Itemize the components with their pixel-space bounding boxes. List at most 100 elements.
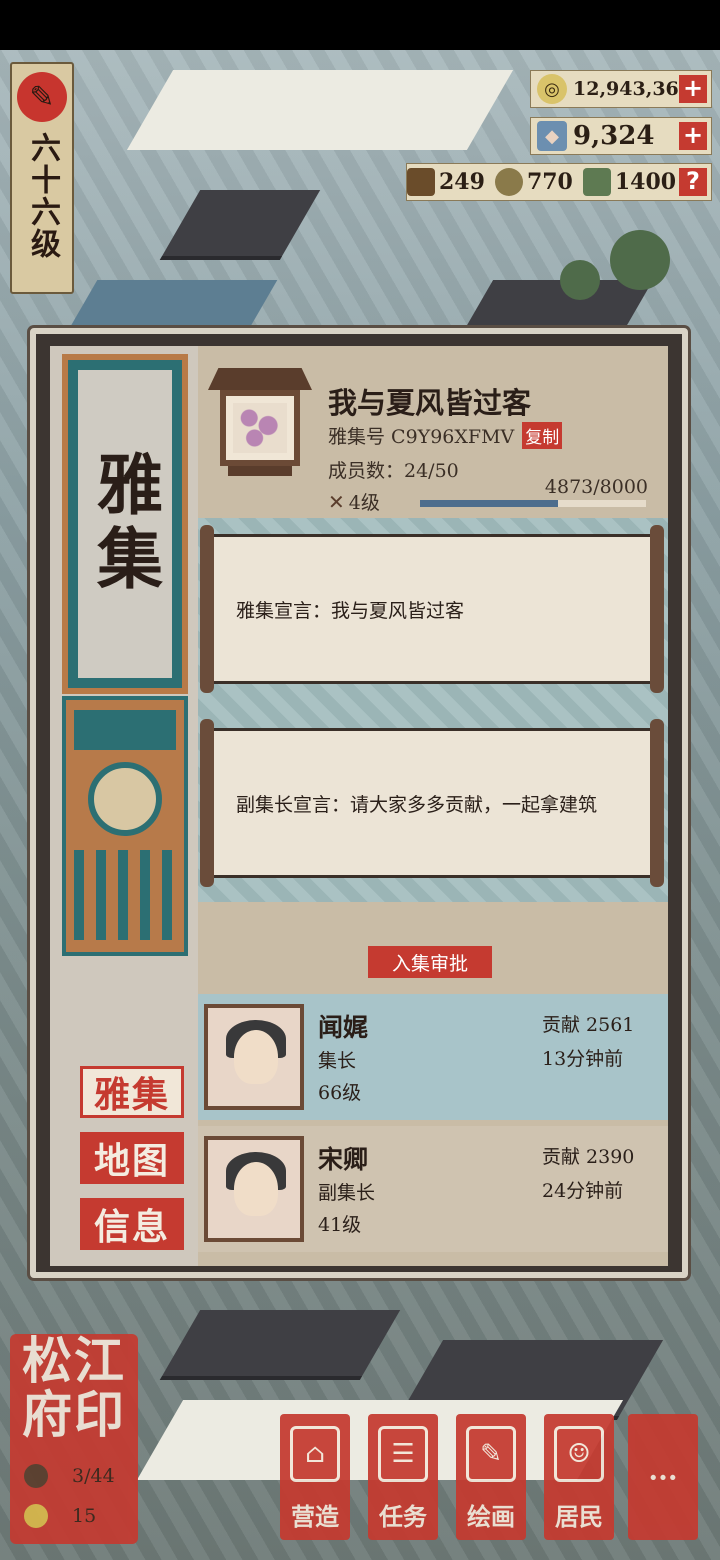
coin-pile-icon: [24, 1504, 48, 1528]
member-role: 集长: [318, 1050, 357, 1072]
member-level: 66级: [318, 1082, 362, 1104]
gem-value: 9,324: [573, 121, 655, 151]
vice-declaration: 副集长宣言：请大家多多贡献，一起拿建筑: [200, 719, 664, 887]
nav-build-button[interactable]: ⌂ 营造: [280, 1414, 350, 1540]
gourd-ornament: [88, 762, 162, 836]
member-avatar: [204, 1136, 304, 1242]
guild-declaration: 雅集宣言：我与夏风皆过客: [200, 525, 664, 693]
seal-count-row: 3/44: [24, 1464, 115, 1488]
panel-title: 雅集: [86, 450, 164, 598]
xp-bar-fill: [420, 500, 558, 507]
tab-info[interactable]: 信息: [80, 1198, 184, 1250]
seal-value: 15: [72, 1505, 97, 1527]
gem-counter: ◆ 9,324 +: [530, 117, 712, 155]
member-contribution: 贡献 2390: [542, 1146, 635, 1168]
member-name: 宋卿: [318, 1145, 369, 1174]
task-scroll-icon: ☰: [378, 1426, 428, 1482]
join-approval-button[interactable]: 入集审批: [368, 946, 492, 978]
crest-base: [228, 466, 292, 476]
pot-value: 770: [526, 169, 573, 195]
nav-resident-label: 居民: [555, 1502, 603, 1531]
member-role: 副集长: [318, 1182, 376, 1204]
nav-build-label: 营造: [291, 1502, 339, 1531]
resource-pot: 770: [494, 168, 573, 196]
declaration-text: 雅集宣言：我与夏风皆过客: [236, 599, 465, 622]
member-contribution: 贡献 2561: [542, 1014, 635, 1036]
guild-panel: 雅集 雅集 地图 信息 我与夏风皆过客 雅集号 C9Y96XFMV 复制 成员数…: [30, 328, 688, 1278]
tree: [610, 230, 670, 290]
level-text: 六十六级: [25, 132, 60, 260]
guild-id-row: 雅集号 C9Y96XFMV 复制: [328, 422, 563, 449]
vice-declaration-text: 副集长宣言：请大家多多贡献，一起拿建筑: [236, 793, 598, 816]
prefecture-seal[interactable]: 松江府印 3/44 15: [10, 1334, 138, 1544]
nav-more-label: ···: [648, 1461, 678, 1494]
member-count: 成员数：24/50: [328, 460, 459, 482]
coin-icon: ◎: [537, 74, 567, 104]
lattice-ornament: [74, 850, 176, 940]
coin-counter: ◎ 12,943,367 +: [530, 70, 712, 108]
crest-frame: [220, 390, 300, 466]
paint-icon: ✎: [466, 1426, 516, 1482]
coin-value: 12,943,367: [573, 78, 692, 100]
member-level: 41级: [318, 1214, 362, 1236]
pot-icon: [494, 168, 523, 196]
member-last-active: 24分钟前: [542, 1180, 624, 1202]
resource-help-button[interactable]: ?: [679, 168, 707, 196]
guild-level-text: 4级: [348, 492, 380, 514]
build-icon: ⌂: [290, 1426, 340, 1482]
member-last-active: 13分钟前: [542, 1048, 624, 1070]
nav-resident-button[interactable]: ☺ 居民: [544, 1414, 614, 1540]
scroll-rod: [200, 525, 214, 693]
scroll-value: 1400: [614, 169, 677, 195]
panel-title-banner: 雅集: [62, 354, 188, 694]
guild-name: 我与夏风皆过客: [328, 386, 532, 420]
guild-crest: [208, 368, 312, 478]
xp-bar: [420, 500, 646, 507]
nav-task-label: 任务: [379, 1502, 427, 1531]
add-gems-button[interactable]: +: [679, 122, 707, 150]
guild-id: 雅集号 C9Y96XFMV: [328, 426, 515, 448]
crossed-tools-icon: ✕: [328, 489, 345, 514]
resource-bar: 249 770 1400 ?: [406, 163, 712, 201]
tab-map[interactable]: 地图: [80, 1132, 184, 1184]
seal-count: 3/44: [72, 1465, 115, 1487]
guild-header: 我与夏风皆过客 雅集号 C9Y96XFMV 复制 成员数：24/50 ✕ 4级 …: [198, 346, 668, 514]
member-name: 闻娓: [318, 1013, 369, 1042]
scroll-icon: [582, 168, 611, 196]
roof: [159, 1310, 401, 1380]
avatar-face: [234, 1030, 278, 1084]
status-bar: [0, 0, 720, 50]
member-row[interactable]: 闻娓 集长 66级 贡献 2561 13分钟前: [198, 994, 668, 1120]
gate-roof: [74, 710, 176, 750]
member-avatar: [204, 1004, 304, 1110]
wood-icon: [407, 168, 435, 196]
nav-task-button[interactable]: ☰ 任务: [368, 1414, 438, 1540]
copy-id-button[interactable]: 复制: [522, 422, 563, 449]
resident-icon: ☺: [554, 1426, 604, 1482]
plum-blossom-icon: [233, 403, 287, 453]
gem-icon: ◆: [537, 121, 567, 151]
wood-value: 249: [439, 169, 485, 195]
scroll-rod: [200, 719, 214, 887]
crest-roof: [208, 368, 312, 390]
nav-paint-label: 绘画: [467, 1502, 515, 1531]
xp-text: 4873/8000: [544, 476, 648, 498]
tab-guild[interactable]: 雅集: [80, 1066, 184, 1118]
decorative-gate: [62, 696, 188, 956]
tree: [560, 260, 600, 300]
brush-icon: ✎: [17, 72, 67, 122]
resource-scroll: 1400: [582, 168, 677, 196]
scroll-rod: [650, 719, 664, 887]
guild-level: ✕ 4级: [328, 488, 380, 515]
person-icon: [24, 1464, 48, 1488]
nav-paint-button[interactable]: ✎ 绘画: [456, 1414, 526, 1540]
snow-field: [126, 70, 514, 150]
player-level-badge[interactable]: ✎ 六十六级: [10, 62, 74, 294]
add-coins-button[interactable]: +: [679, 75, 707, 103]
scroll-rod: [650, 525, 664, 693]
banner-inner: 雅集: [78, 370, 172, 678]
member-row[interactable]: 宋卿 副集长 41级 贡献 2390 24分钟前: [198, 1126, 668, 1252]
roof: [159, 190, 321, 260]
nav-more-button[interactable]: ···: [628, 1414, 698, 1540]
seal-title: 松江府印: [22, 1331, 126, 1444]
